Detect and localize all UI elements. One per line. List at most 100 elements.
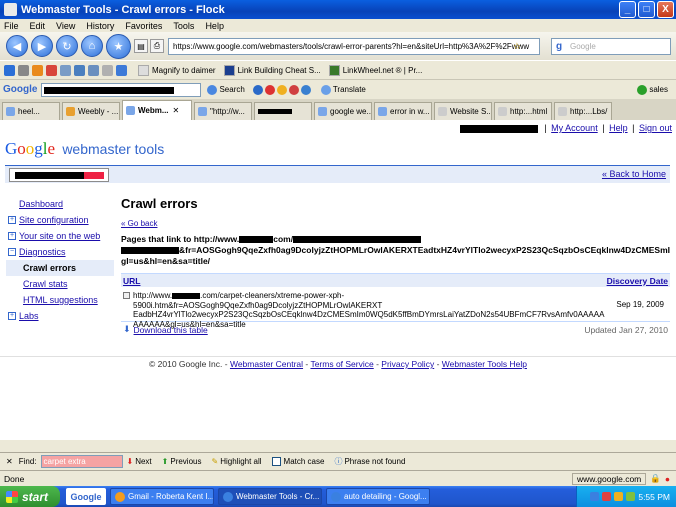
sign-out-link[interactable]: Sign out bbox=[639, 123, 672, 133]
tab-7[interactable]: error in w... bbox=[374, 102, 432, 120]
column-header-discovery-date[interactable]: Discovery Date bbox=[607, 276, 668, 286]
clip-icon[interactable] bbox=[102, 64, 113, 76]
taskbar-item-auto-detailing[interactable]: auto detailing - Googl... bbox=[326, 488, 430, 505]
feed-icon[interactable] bbox=[46, 64, 57, 76]
bookmark-star-icon[interactable]: ☆ bbox=[513, 41, 521, 52]
contacts-icon[interactable] bbox=[32, 64, 43, 76]
taskbar-item-gmail[interactable]: Gmail - Roberta Kent I... bbox=[110, 488, 214, 505]
google-toolbar-logo[interactable]: Google bbox=[3, 84, 37, 95]
sales-button[interactable]: sales bbox=[637, 84, 668, 95]
menu-history[interactable]: History bbox=[86, 21, 114, 31]
menu-favorites[interactable]: Favorites bbox=[125, 21, 162, 31]
taskbar-item-webmaster-tools[interactable]: Webmaster Tools - Cr... bbox=[218, 488, 322, 505]
address-bar[interactable]: https://www.google.com/webmasters/tools/… bbox=[168, 38, 540, 55]
back-arrow-icon[interactable]: ◀ bbox=[6, 35, 28, 57]
footer-link-terms[interactable]: Terms of Service bbox=[310, 359, 373, 369]
search-input[interactable]: g Google bbox=[551, 38, 671, 55]
match-case-checkbox[interactable]: Match case bbox=[271, 457, 324, 466]
menu-tools[interactable]: Tools bbox=[173, 21, 194, 31]
mail-icon[interactable] bbox=[60, 64, 71, 76]
pages-link-line3: gl=us&hl=en&sa=title/ bbox=[121, 256, 211, 266]
tab-10[interactable]: http:...Lbs/ bbox=[554, 102, 612, 120]
footer-link-webmaster-central[interactable]: Webmaster Central bbox=[230, 359, 303, 369]
google-toolbar-search-input[interactable] bbox=[41, 82, 202, 97]
menu-help[interactable]: Help bbox=[205, 21, 224, 31]
footer-link-privacy[interactable]: Privacy Policy bbox=[381, 359, 434, 369]
star-favorite-icon[interactable]: ★ bbox=[106, 33, 131, 59]
close-button[interactable]: X bbox=[657, 1, 674, 18]
sidebar-item-site-configuration[interactable]: + Site configuration bbox=[6, 212, 114, 228]
tab-8[interactable]: Website S... bbox=[434, 102, 492, 120]
translate-button[interactable]: Translate bbox=[320, 84, 366, 95]
checkbox-icon bbox=[271, 457, 281, 466]
bookmark-link-building[interactable]: Link Building Cheat S... bbox=[223, 64, 321, 76]
blog-icon[interactable] bbox=[74, 64, 85, 76]
find-previous-button[interactable]: ⬆ Previous bbox=[162, 457, 202, 466]
antivirus-icon[interactable] bbox=[602, 492, 612, 501]
site-selector-dropdown[interactable] bbox=[9, 168, 109, 182]
column-header-url[interactable]: URL bbox=[123, 276, 140, 286]
highlight-all-button[interactable]: ✎ Highlight all bbox=[211, 457, 261, 466]
toolbar-tools-group[interactable] bbox=[252, 84, 313, 95]
bookmark-linkwheel[interactable]: LinkWheel.net ® | Pr... bbox=[328, 64, 422, 76]
menu-file[interactable]: File bbox=[4, 21, 19, 31]
sidebar-item-your-site-on-the-web[interactable]: + Your site on the web bbox=[6, 228, 114, 244]
close-find-icon[interactable]: ✕ bbox=[6, 457, 13, 466]
address-url: https://www.google.com/webmasters/tools/… bbox=[173, 42, 530, 51]
tab-2[interactable]: Weebly - ... bbox=[62, 102, 120, 120]
sidebar-item-labs[interactable]: + Labs bbox=[6, 308, 114, 324]
tab-4[interactable]: "http://w... bbox=[194, 102, 252, 120]
quicklaunch-google[interactable]: Google bbox=[66, 488, 106, 505]
menu-edit[interactable]: Edit bbox=[30, 21, 46, 31]
lock-icon[interactable]: 🔒 bbox=[650, 473, 661, 484]
maximize-button[interactable]: □ bbox=[638, 1, 655, 18]
go-back-link[interactable]: « Go back bbox=[121, 219, 670, 228]
my-account-link[interactable]: My Account bbox=[551, 123, 598, 133]
people-icon[interactable] bbox=[18, 64, 29, 76]
back-to-home-link[interactable]: « Back to Home bbox=[602, 169, 666, 179]
minimize-button[interactable]: _ bbox=[619, 1, 636, 18]
sidebar-item-html-suggestions[interactable]: HTML suggestions bbox=[6, 292, 114, 308]
google-webmaster-tools-logo[interactable]: Google webmaster tools bbox=[5, 139, 164, 159]
share-icon[interactable] bbox=[88, 64, 99, 76]
url-prefix: http://www. bbox=[133, 291, 173, 300]
info-icon[interactable] bbox=[4, 64, 15, 76]
google-search-button[interactable]: Search bbox=[207, 84, 245, 95]
menu-view[interactable]: View bbox=[56, 21, 75, 31]
expand-plus-icon[interactable]: + bbox=[8, 216, 16, 224]
home-icon[interactable]: ⌂ bbox=[81, 35, 103, 57]
bookmark-magnify[interactable]: Magnify to daimer bbox=[138, 64, 216, 76]
tab-6[interactable]: google we... bbox=[314, 102, 372, 120]
find-input[interactable]: carpet extra bbox=[40, 455, 123, 468]
page-icon[interactable]: ▤ bbox=[134, 39, 148, 53]
volume-icon[interactable] bbox=[626, 492, 636, 501]
footer-link-help[interactable]: Webmaster Tools Help bbox=[442, 359, 527, 369]
find-next-button[interactable]: ⬇ Next bbox=[127, 457, 152, 466]
sidebar-item-dashboard[interactable]: Dashboard bbox=[6, 196, 114, 212]
tab-label: http:...html bbox=[510, 107, 548, 116]
print-icon[interactable]: ⎙ bbox=[150, 39, 164, 53]
collapse-minus-icon[interactable]: − bbox=[8, 248, 16, 256]
expand-plus-icon[interactable]: + bbox=[8, 232, 16, 240]
security-icon[interactable]: ● bbox=[665, 474, 670, 484]
start-button[interactable]: start bbox=[0, 486, 60, 507]
tab-close-icon[interactable]: ✕ bbox=[173, 106, 180, 115]
forward-arrow-icon[interactable]: ▶ bbox=[31, 35, 53, 57]
tab-9[interactable]: http:...html bbox=[494, 102, 552, 120]
help-link[interactable]: Help bbox=[609, 123, 628, 133]
network-icon[interactable] bbox=[590, 492, 600, 501]
bookmark-label: Link Building Cheat S... bbox=[237, 65, 321, 75]
tab-5[interactable] bbox=[254, 102, 312, 120]
sidebar-item-crawl-errors[interactable]: Crawl errors bbox=[6, 260, 114, 276]
sidebar-item-diagnostics[interactable]: − Diagnostics bbox=[6, 244, 114, 260]
tray-app-icon[interactable] bbox=[614, 492, 624, 501]
tab-favicon-icon bbox=[438, 107, 447, 116]
expand-plus-icon[interactable]: + bbox=[8, 312, 16, 320]
tab-1[interactable]: heel... bbox=[2, 102, 60, 120]
tab-webmaster-active[interactable]: Webm... ✕ bbox=[122, 100, 192, 120]
clock[interactable]: 5:55 PM bbox=[638, 492, 670, 502]
window-titlebar[interactable]: Webmaster Tools - Crawl errors - Flock _… bbox=[0, 0, 676, 19]
upload-icon[interactable] bbox=[116, 64, 127, 76]
sidebar-item-crawl-stats[interactable]: Crawl stats bbox=[6, 276, 114, 292]
reload-icon[interactable]: ↻ bbox=[56, 35, 78, 57]
